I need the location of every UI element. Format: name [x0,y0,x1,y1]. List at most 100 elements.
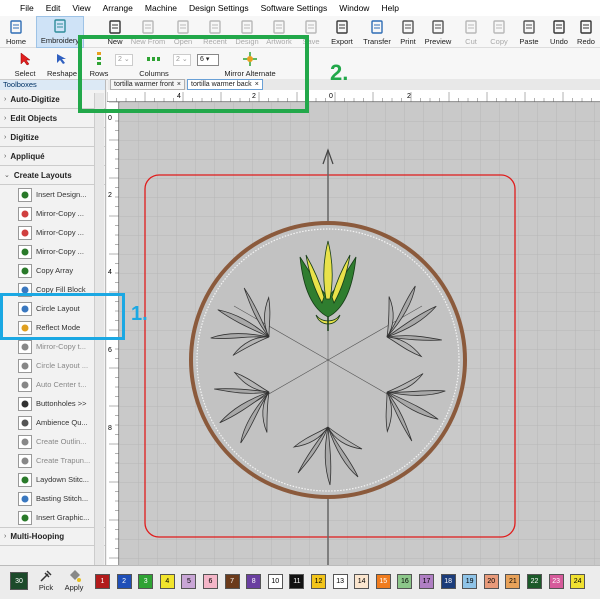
paste-button[interactable]: Paste [514,16,544,48]
menu-machine[interactable]: Machine [139,3,183,13]
tool-label: Mirror-Copy t... [36,342,87,351]
thread-swatch[interactable]: 20 [483,574,499,589]
artwork-icon [271,19,287,35]
chevron-right-icon: › [4,533,7,540]
toolbox-item-buttonholes[interactable]: Buttonholes >> [0,394,105,413]
copy-icon [491,19,507,35]
toolbar-label: Paste [519,37,539,46]
tool-icon [18,263,32,278]
thread-swatch[interactable]: 4 [159,574,175,589]
thread-swatch[interactable]: 14 [354,574,370,589]
tool-label: Mirror-Copy ... [36,209,84,218]
toolbar-label: Cut [465,37,477,46]
select-tool[interactable]: Select [8,48,42,80]
chevron-down-icon: ⌄ [4,172,10,179]
thread-swatch[interactable]: 24 [570,574,586,589]
highlight-circle-layout [0,293,125,340]
toolbox-item-insert-design[interactable]: Insert Design... [0,185,105,204]
section-label: Appliqué [10,151,45,161]
toolbar-label: Transfer [363,37,391,46]
thread-swatch[interactable]: 23 [548,574,564,589]
apply-button[interactable]: Apply [62,569,86,597]
tool-label: Circle Layout ... [36,361,89,370]
tool-icon [18,377,32,392]
toolbox-item-mirror-copy[interactable]: Mirror-Copy ... [0,223,105,242]
toolbox-item-insert-graphic[interactable]: Insert Graphic... [0,508,105,527]
cut-button[interactable]: Cut [458,16,484,48]
toolbar-label: Home [5,37,26,46]
thread-swatch[interactable]: 1 [95,574,110,589]
menu-arrange[interactable]: Arrange [97,3,139,13]
home-button[interactable]: Home [0,16,32,48]
menu-window[interactable]: Window [333,3,375,13]
menu-view[interactable]: View [66,3,96,13]
tool-icon [18,225,32,240]
menu-file[interactable]: File [14,3,40,13]
menu-design-settings[interactable]: Design Settings [183,3,255,13]
toolbox-item-create-outlin[interactable]: Create Outlin... [0,432,105,451]
thread-swatch[interactable]: 8 [246,574,262,589]
reshape-icon [54,51,70,67]
toolbox-item-mirror-copy[interactable]: Mirror-Copy ... [0,242,105,261]
thread-swatch[interactable]: 15 [375,574,391,589]
thread-swatch[interactable]: 13 [332,574,348,589]
thread-swatch[interactable]: 5 [181,574,197,589]
thread-swatch[interactable]: 3 [138,574,154,589]
toolbox-item-mirror-copy[interactable]: Mirror-Copy ... [0,204,105,223]
thread-swatch[interactable]: 17 [419,574,434,589]
thread-swatch[interactable]: 12 [311,574,326,589]
menu-help[interactable]: Help [375,3,404,13]
thread-swatch[interactable]: 7 [224,574,240,589]
print-button[interactable]: Print [396,16,420,48]
toolbox-item-laydown-stitc[interactable]: Laydown Stitc... [0,470,105,489]
redo-button[interactable]: Redo [574,16,598,48]
tool-label: Laydown Stitc... [36,475,89,484]
thread-swatch[interactable]: 19 [462,574,478,589]
undo-button[interactable]: Undo [546,16,572,48]
thread-swatch[interactable]: 22 [527,574,542,589]
select-label: Select [14,69,36,78]
thread-swatch[interactable]: 2 [116,574,132,589]
preview-button[interactable]: Preview [422,16,454,48]
transfer-button[interactable]: Transfer [360,16,394,48]
toolbox-section-appliqu-[interactable]: › Appliqué [0,147,105,166]
toolbox-item-circle-layout[interactable]: Circle Layout ... [0,356,105,375]
design-icon [239,19,255,35]
thread-swatch[interactable]: 21 [505,574,521,589]
copy-button[interactable]: Copy [485,16,513,48]
section-label: Digitize [10,132,39,142]
recent-icon [207,19,223,35]
ruler-tick-label: 2 [108,192,112,199]
thread-swatch[interactable]: 18 [440,574,456,589]
menu-edit[interactable]: Edit [40,3,67,13]
tool-label: Copy Array [36,266,74,275]
thread-swatch[interactable]: 11 [289,574,305,589]
toolbox-item-auto-center-t[interactable]: Auto Center t... [0,375,105,394]
tool-label: Insert Design... [36,190,87,199]
tool-label: Auto Center t... [36,380,87,389]
toolbox-item-copy-array[interactable]: Copy Array [0,261,105,280]
tool-icon [18,472,32,487]
toolbox-section-digitize[interactable]: › Digitize [0,128,105,147]
thread-swatch[interactable]: 6 [203,574,218,589]
embroidery-button[interactable]: Embroidery [36,16,84,48]
tool-icon [18,415,32,430]
toolbox-section-multi-hooping[interactable]: › Multi-Hooping [0,527,105,546]
thread-swatch[interactable]: 10 [267,574,283,589]
tool-icon [18,434,32,449]
reshape-tool[interactable]: Reshape [44,48,80,80]
thread-swatch[interactable]: 16 [397,574,413,589]
design-canvas[interactable] [84,43,600,565]
toolbox-item-ambience-qu[interactable]: Ambience Qu... [0,413,105,432]
pick-label: Pick [38,583,54,592]
menu-software-settings[interactable]: Software Settings [255,3,334,13]
export-button[interactable]: Export [326,16,358,48]
toolbox-item-create-trapun[interactable]: Create Trapun... [0,451,105,470]
tool-icon [18,244,32,259]
current-color-swatch[interactable]: 30 [10,572,28,590]
toolbox-section-create-layouts[interactable]: ⌄ Create Layouts [0,166,105,185]
section-label: Edit Objects [10,113,58,123]
toolbox-item-basting-stitch[interactable]: Basting Stitch... [0,489,105,508]
pick-button[interactable]: Pick [36,569,56,597]
section-label: Auto-Digitize [10,94,60,104]
